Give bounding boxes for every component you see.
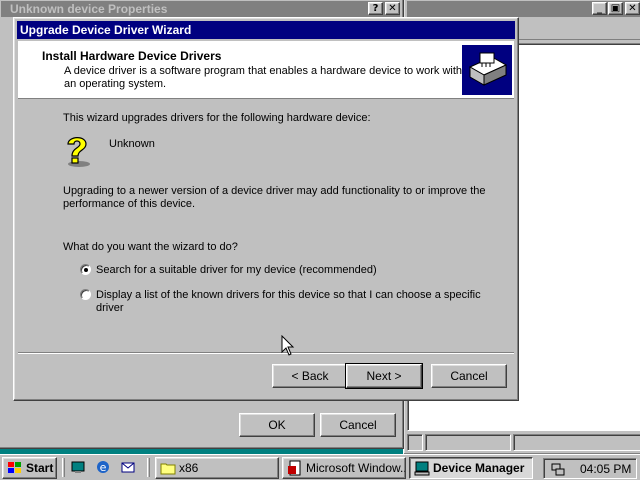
task-label: Device Manager	[433, 461, 525, 475]
window-title: Unknown device Properties	[10, 2, 168, 16]
system-tray: 04:05 PM	[543, 458, 637, 479]
separator	[18, 352, 514, 354]
upgrade-note: Upgrading to a newer version of a device…	[63, 185, 486, 210]
help-button[interactable]: ?	[368, 2, 383, 15]
svg-text:e: e	[100, 461, 107, 474]
properties-title-bar[interactable]: Unknown device Properties ? ✕	[1, 1, 400, 17]
intro-text: This wizard upgrades drivers for the fol…	[63, 112, 371, 124]
hardware-card-icon	[462, 45, 512, 95]
windows-logo-icon	[7, 460, 23, 476]
folder-icon	[160, 460, 176, 476]
status-pane	[513, 434, 640, 451]
clock[interactable]: 04:05 PM	[580, 462, 631, 476]
task-device-manager[interactable]: Device Manager	[409, 457, 533, 479]
next-button[interactable]: Next >	[345, 363, 423, 389]
option-label: Search for a suitable driver for my devi…	[96, 264, 377, 276]
header-title: Install Hardware Device Drivers	[42, 49, 222, 63]
network-icon[interactable]	[550, 461, 566, 477]
desktop-icon[interactable]	[70, 459, 86, 475]
radio-display-list[interactable]	[80, 289, 91, 300]
outlook-express-icon[interactable]	[120, 459, 136, 475]
wizard-title-bar[interactable]: Upgrade Device Driver Wizard	[17, 21, 515, 39]
internet-explorer-icon[interactable]: e	[95, 459, 111, 475]
back-button[interactable]: < Back	[272, 364, 348, 388]
header-subtitle: A device driver is a software program th…	[64, 65, 463, 90]
mouse-pointer-icon	[281, 334, 295, 357]
wizard-header: Install Hardware Device Drivers A device…	[18, 41, 514, 99]
maximize-button[interactable]: ▣	[608, 2, 623, 15]
computer-icon	[414, 460, 430, 476]
device-manager-title-bar[interactable]: _ ▣ ✕	[407, 1, 640, 17]
task-label: x86	[179, 461, 199, 475]
option-label: Display a list of the known drivers for …	[96, 289, 481, 314]
minimize-button[interactable]: _	[592, 2, 607, 15]
question-mark-icon	[61, 133, 95, 169]
taskbar: Start e x86 Microsoft Window... Device M…	[0, 454, 640, 480]
start-button[interactable]: Start	[2, 457, 57, 479]
cancel-button[interactable]: Cancel	[320, 413, 396, 437]
upgrade-driver-wizard: Upgrade Device Driver Wizard Install Har…	[13, 17, 519, 401]
status-pane	[425, 434, 511, 451]
document-icon	[287, 460, 303, 476]
task-x86[interactable]: x86	[155, 457, 279, 479]
task-label: Microsoft Window...	[306, 461, 406, 475]
task-microsoft-windows[interactable]: Microsoft Window...	[282, 457, 406, 479]
cancel-button[interactable]: Cancel	[431, 364, 507, 388]
status-bar	[407, 434, 640, 451]
quick-launch: e	[70, 459, 140, 477]
device-name: Unknown	[109, 138, 155, 150]
status-pane	[407, 434, 423, 451]
start-label: Start	[26, 461, 54, 475]
close-button[interactable]: ✕	[625, 2, 640, 15]
question-text: What do you want the wizard to do?	[63, 241, 238, 253]
tasks-grip[interactable]	[147, 458, 150, 477]
window-title: Upgrade Device Driver Wizard	[20, 23, 192, 37]
close-button[interactable]: ✕	[385, 2, 400, 15]
radio-search-driver[interactable]	[80, 264, 91, 275]
ok-button[interactable]: OK	[239, 413, 315, 437]
quicklaunch-grip[interactable]	[62, 458, 65, 477]
